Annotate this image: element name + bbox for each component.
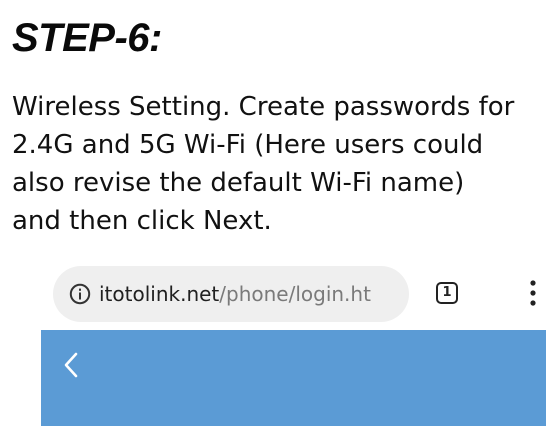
instruction-line: also revise the default Wi-Fi name) [12, 168, 465, 198]
app-header [41, 330, 546, 426]
address-bar[interactable]: itotolink.net/phone/login.ht [53, 266, 409, 322]
instruction-line: Wireless Setting. Create passwords for [12, 92, 515, 122]
more-vert-icon[interactable] [526, 278, 540, 308]
instruction-line: 2.4G and 5G Wi-Fi (Here users could [12, 130, 484, 160]
url-text[interactable]: itotolink.net/phone/login.ht [99, 282, 371, 306]
instructions-text: Wireless Setting. Create passwords for 2… [12, 88, 542, 240]
back-arrow-icon[interactable] [59, 350, 83, 380]
step-title: STEP-6: [12, 16, 162, 60]
instruction-line: and then click Next. [12, 206, 272, 236]
phone-screenshot: itotolink.net/phone/login.ht 1 [41, 262, 546, 426]
url-path: /phone/login.ht [219, 282, 371, 306]
info-icon[interactable] [69, 283, 91, 305]
tab-count: 1 [442, 285, 452, 300]
url-host: itotolink.net [99, 282, 220, 306]
tab-switcher-button[interactable]: 1 [436, 282, 458, 304]
